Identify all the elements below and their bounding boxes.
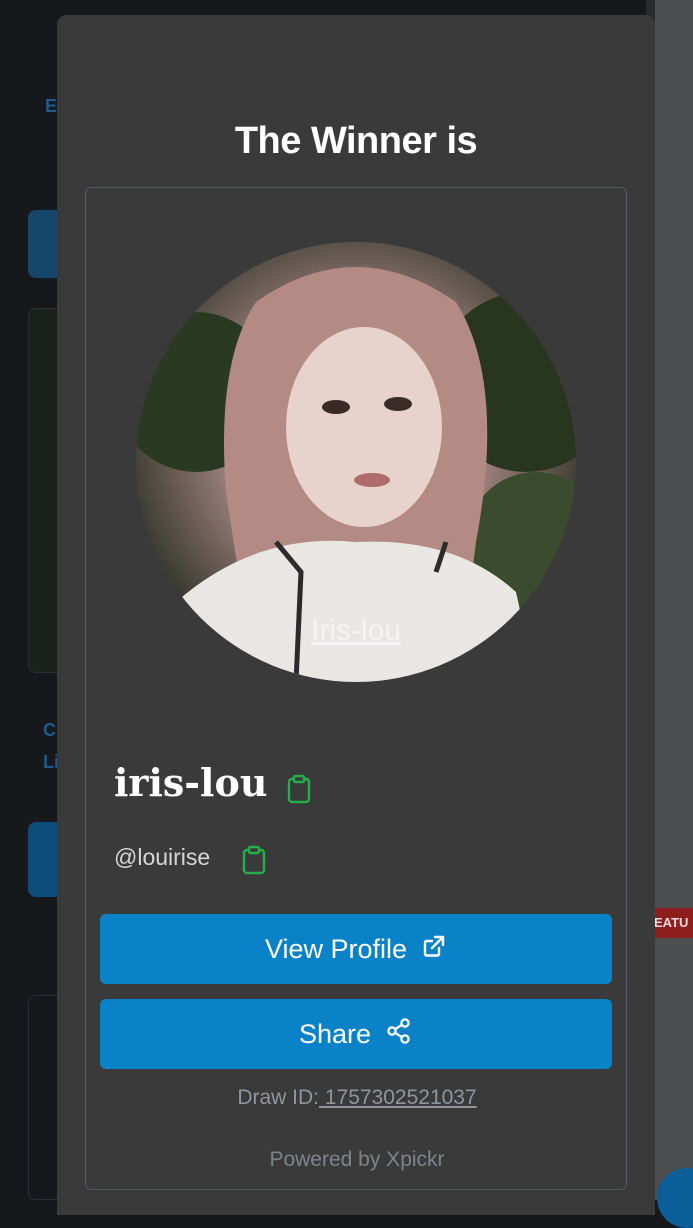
avatar-caption-link[interactable]: Iris-lou [136, 614, 576, 648]
copy-handle-clipboard-icon[interactable] [241, 845, 267, 875]
winner-card: Iris-lou iris-lou @louirise View Profile [85, 187, 627, 1190]
view-profile-button[interactable]: View Profile [100, 914, 612, 984]
draw-id-link[interactable]: 1757302521037 [319, 1086, 477, 1109]
share-button[interactable]: Share [100, 999, 612, 1069]
background-text-fragment: E [45, 96, 58, 116]
winner-name: iris-lou [114, 760, 268, 805]
external-link-icon [421, 933, 447, 966]
winner-modal: The Winner is Iris-lou iris-lou @louiris… [57, 15, 655, 1215]
background-text-fragment: C [43, 720, 56, 740]
draw-id-label: Draw ID: [237, 1086, 319, 1109]
copy-name-clipboard-icon[interactable] [286, 774, 312, 804]
powered-by-text: Powered by Xpickr [269, 1148, 445, 1171]
draw-id: Draw ID: 1757302521037 [86, 1086, 628, 1110]
view-profile-label: View Profile [264, 933, 408, 964]
background-right-panel [655, 0, 693, 1200]
modal-title: The Winner is [234, 120, 478, 162]
feature-badge: EATU [650, 908, 693, 938]
winner-handle: @louirise [114, 844, 211, 870]
share-label: Share [298, 1018, 372, 1049]
share-nodes-icon [385, 1017, 413, 1052]
winner-avatar: Iris-lou [136, 242, 576, 682]
